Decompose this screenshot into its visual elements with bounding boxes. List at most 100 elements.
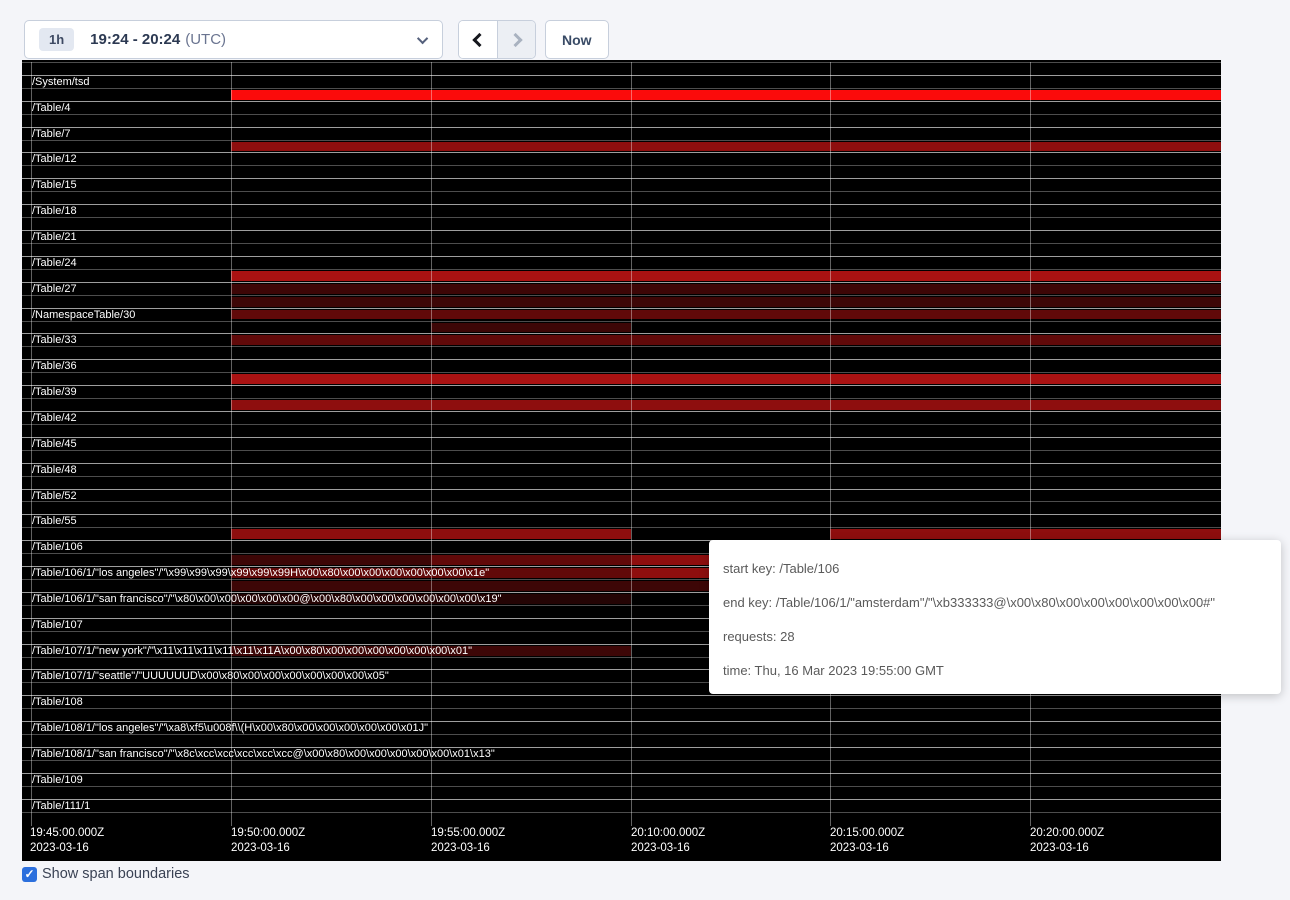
heatmap-band	[22, 308, 1221, 321]
heatmap-cell[interactable]	[631, 271, 830, 281]
heatmap-cell[interactable]	[830, 142, 1030, 152]
heatmap-cell[interactable]	[830, 284, 1030, 294]
heatmap-cell[interactable]	[631, 310, 830, 320]
span-key-label: /Table/107/1/"new york"/"\x11\x11\x11\x1…	[32, 645, 472, 657]
heatmap-cell[interactable]	[431, 297, 631, 307]
heatmap-cell[interactable]	[1030, 284, 1221, 294]
heatmap-cell[interactable]	[231, 297, 431, 307]
heatmap-cell[interactable]	[631, 142, 830, 152]
heatmap-cell[interactable]	[431, 555, 631, 565]
heatmap-tooltip: start key: /Table/106 end key: /Table/10…	[709, 540, 1281, 694]
heatmap-band	[22, 734, 1221, 747]
heatmap-band	[22, 140, 1221, 153]
heatmap-cell[interactable]	[631, 90, 830, 100]
heatmap-cell[interactable]	[631, 374, 830, 384]
heatmap-cell[interactable]	[431, 142, 631, 152]
span-key-label: /Table/15	[32, 179, 77, 191]
heatmap-cell[interactable]	[231, 284, 431, 294]
span-key-label: /Table/111/1	[32, 800, 90, 812]
time-range-selector[interactable]: 1h 19:24 - 20:24 (UTC)	[24, 20, 443, 59]
column-boundary-line	[431, 62, 432, 826]
heatmap-cell[interactable]	[830, 90, 1030, 100]
heatmap-cell[interactable]	[631, 400, 830, 410]
heatmap-cell[interactable]	[231, 374, 431, 384]
heatmap-cell[interactable]	[830, 529, 1030, 539]
chevron-right-icon	[508, 32, 522, 46]
heatmap-cell[interactable]	[431, 90, 631, 100]
heatmap-cell[interactable]	[231, 400, 431, 410]
prev-range-button[interactable]	[459, 21, 497, 58]
heatmap-cell[interactable]	[830, 374, 1030, 384]
heatmap-cell[interactable]	[431, 323, 631, 333]
heatmap-band	[22, 204, 1221, 217]
heatmap-band	[22, 372, 1221, 385]
heatmap-band	[22, 165, 1221, 178]
span-key-label: /Table/45	[32, 438, 77, 450]
heatmap-cell[interactable]	[231, 335, 431, 345]
heatmap-cell[interactable]	[431, 529, 631, 539]
next-range-button[interactable]	[497, 21, 535, 58]
show-span-boundaries-checkbox[interactable]: ✓	[22, 867, 37, 882]
heatmap-cell[interactable]	[231, 581, 431, 591]
time-range-preset-badge: 1h	[39, 28, 74, 51]
span-key-label: /Table/18	[32, 205, 77, 217]
show-span-boundaries-label: Show span boundaries	[42, 866, 190, 882]
footer: ✓ Show span boundaries	[22, 866, 190, 882]
heatmap-cell[interactable]	[431, 271, 631, 281]
heatmap-cell[interactable]	[231, 529, 431, 539]
heatmap-band	[22, 333, 1221, 346]
key-visualizer-heatmap[interactable]: /System/tsd/Table/4/Table/7/Table/12/Tab…	[22, 60, 1221, 861]
heatmap-cell[interactable]	[1030, 529, 1221, 539]
now-button[interactable]: Now	[545, 20, 609, 59]
heatmap-cell[interactable]	[231, 142, 431, 152]
heatmap-cell[interactable]	[231, 271, 431, 281]
column-boundary-line	[631, 62, 632, 826]
heatmap-band	[22, 450, 1221, 463]
heatmap-band	[22, 514, 1221, 527]
heatmap-cell[interactable]	[830, 271, 1030, 281]
heatmap-band	[22, 114, 1221, 127]
heatmap-cell[interactable]	[1030, 374, 1221, 384]
heatmap-cell[interactable]	[431, 310, 631, 320]
heatmap-cell[interactable]	[431, 284, 631, 294]
heatmap-cell[interactable]	[1030, 271, 1221, 281]
span-key-label: /System/tsd	[32, 76, 89, 88]
heatmap-cell[interactable]	[631, 284, 830, 294]
heatmap-cell[interactable]	[431, 335, 631, 345]
span-key-label: /Table/12	[32, 153, 77, 165]
heatmap-cell[interactable]	[1030, 297, 1221, 307]
heatmap-band	[22, 411, 1221, 424]
span-key-label: /Table/36	[32, 360, 77, 372]
heatmap-band	[22, 321, 1221, 334]
heatmap-band	[22, 695, 1221, 708]
heatmap-cell[interactable]	[1030, 400, 1221, 410]
heatmap-band	[22, 424, 1221, 437]
heatmap-cell[interactable]	[631, 297, 830, 307]
heatmap-cell[interactable]	[830, 310, 1030, 320]
time-range-text: 19:24 - 20:24	[90, 31, 180, 48]
heatmap-cell[interactable]	[1030, 90, 1221, 100]
heatmap-cell[interactable]	[830, 335, 1030, 345]
heatmap-cell[interactable]	[830, 400, 1030, 410]
tooltip-end-key: end key: /Table/106/1/"amsterdam"/"\xb33…	[723, 586, 1267, 620]
heatmap-band	[22, 476, 1221, 489]
heatmap-cell[interactable]	[431, 400, 631, 410]
heatmap-cell[interactable]	[231, 555, 431, 565]
span-key-label: /Table/21	[32, 231, 77, 243]
heatmap-cell[interactable]	[1030, 335, 1221, 345]
heatmap-band	[22, 88, 1221, 101]
heatmap-cell[interactable]	[631, 335, 830, 345]
heatmap-cell[interactable]	[431, 581, 631, 591]
tooltip-start-key: start key: /Table/106	[723, 552, 1267, 586]
heatmap-cell[interactable]	[431, 374, 631, 384]
toolbar: 1h 19:24 - 20:24 (UTC) Now	[0, 0, 1290, 60]
heatmap-cell[interactable]	[1030, 142, 1221, 152]
heatmap-cell[interactable]	[1030, 310, 1221, 320]
span-key-label: /Table/42	[32, 412, 77, 424]
column-boundary-line	[231, 62, 232, 826]
heatmap-band	[22, 773, 1221, 786]
heatmap-cell[interactable]	[231, 90, 431, 100]
heatmap-band	[22, 437, 1221, 450]
heatmap-cell[interactable]	[830, 297, 1030, 307]
heatmap-cell[interactable]	[231, 310, 431, 320]
